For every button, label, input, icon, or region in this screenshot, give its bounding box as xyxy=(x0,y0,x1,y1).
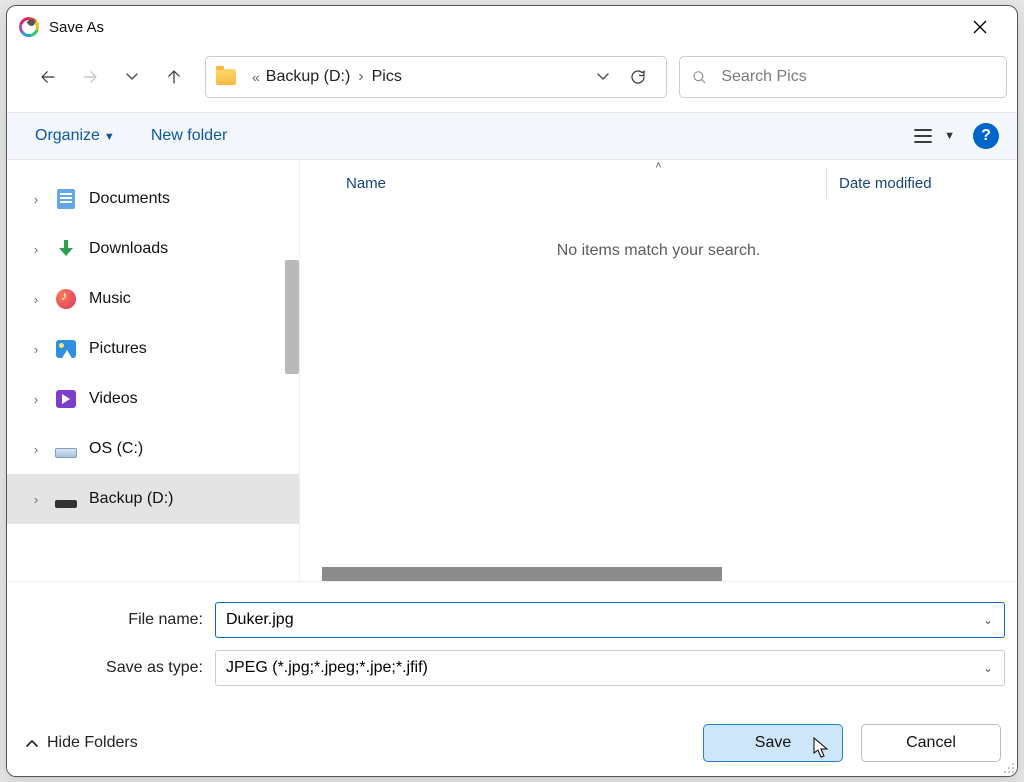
breadcrumb-separator-icon: › xyxy=(358,68,363,86)
search-input[interactable] xyxy=(721,68,994,86)
close-button[interactable] xyxy=(957,11,1003,43)
resize-grip[interactable] xyxy=(1001,760,1015,774)
sidebar-item-videos[interactable]: › Videos xyxy=(7,374,299,424)
breadcrumb-drive[interactable]: Backup (D:) xyxy=(266,68,350,86)
organize-label: Organize xyxy=(35,127,100,145)
refresh-icon xyxy=(629,68,647,86)
chevron-right-icon: › xyxy=(29,242,43,257)
cancel-button[interactable]: Cancel xyxy=(861,724,1001,762)
save-type-row: Save as type: JPEG (*.jpg;*.jpeg;*.jpe;*… xyxy=(19,650,1005,686)
chevron-down-icon xyxy=(125,70,139,84)
organize-menu[interactable]: Organize ▼ xyxy=(35,127,115,145)
new-folder-label: New folder xyxy=(151,127,227,145)
chevron-right-icon: › xyxy=(29,342,43,357)
toolbar: Organize ▼ New folder ▼ ? xyxy=(7,112,1017,160)
refresh-button[interactable] xyxy=(618,68,658,86)
pictures-icon xyxy=(55,338,77,360)
arrow-left-icon xyxy=(39,68,57,86)
save-type-value: JPEG (*.jpg;*.jpeg;*.jpe;*.jfif) xyxy=(226,659,428,677)
sidebar-scrollbar[interactable] xyxy=(285,260,299,374)
sidebar-item-label: Documents xyxy=(89,190,170,208)
search-icon xyxy=(692,69,707,86)
paint-app-icon xyxy=(19,17,39,37)
sort-indicator-icon: ˄ xyxy=(655,160,661,172)
save-type-label: Save as type: xyxy=(19,659,215,677)
music-icon xyxy=(55,288,77,310)
sidebar-item-downloads[interactable]: › Downloads xyxy=(7,224,299,274)
arrow-right-icon xyxy=(81,68,99,86)
documents-icon xyxy=(55,188,77,210)
list-view-icon xyxy=(913,128,933,144)
recent-locations-button[interactable] xyxy=(113,58,151,96)
back-button[interactable] xyxy=(29,58,67,96)
chevron-right-icon: › xyxy=(29,392,43,407)
save-button-label: Save xyxy=(755,734,791,752)
dialog-title: Save As xyxy=(49,19,104,36)
help-button[interactable]: ? xyxy=(973,123,999,149)
sidebar-item-music[interactable]: › Music xyxy=(7,274,299,324)
file-list[interactable]: No items match your search. xyxy=(300,200,1017,581)
new-folder-button[interactable]: New folder xyxy=(151,127,227,145)
file-name-label: File name: xyxy=(19,611,215,629)
breadcrumb-folder[interactable]: Pics xyxy=(372,68,402,86)
sidebar: › Documents › Downloads › Music › Pictur… xyxy=(7,160,299,581)
drive-icon xyxy=(55,488,77,510)
chevron-right-icon: › xyxy=(29,292,43,307)
nav-bar: « Backup (D:) › Pics xyxy=(7,50,1017,112)
sidebar-item-backup-drive[interactable]: › Backup (D:) xyxy=(7,474,299,524)
arrow-up-icon xyxy=(165,68,183,86)
file-list-pane: ˄ Name Date modified No items match your… xyxy=(299,160,1017,581)
chevron-down-icon xyxy=(596,70,610,84)
column-header-date[interactable]: Date modified xyxy=(827,175,1017,192)
sidebar-item-label: Pictures xyxy=(89,340,147,358)
sidebar-item-label: Backup (D:) xyxy=(89,490,173,508)
view-options-button[interactable] xyxy=(906,128,940,144)
videos-icon xyxy=(55,388,77,410)
sidebar-item-documents[interactable]: › Documents xyxy=(7,174,299,224)
breadcrumb-overflow[interactable]: « xyxy=(252,69,260,85)
sidebar-item-label: Music xyxy=(89,290,131,308)
address-dropdown-button[interactable] xyxy=(588,70,618,84)
downloads-icon xyxy=(55,238,77,260)
chevron-right-icon: › xyxy=(29,492,43,507)
chevron-up-icon xyxy=(25,736,39,750)
chevron-right-icon: › xyxy=(29,442,43,457)
forward-button[interactable] xyxy=(71,58,109,96)
horizontal-scrollbar[interactable] xyxy=(322,567,722,581)
search-box[interactable] xyxy=(679,56,1007,98)
cancel-button-label: Cancel xyxy=(906,734,956,752)
caret-down-icon: ▼ xyxy=(104,131,115,143)
sidebar-item-os-drive[interactable]: › OS (C:) xyxy=(7,424,299,474)
title-bar: Save As xyxy=(7,6,1017,50)
save-type-select[interactable]: JPEG (*.jpg;*.jpeg;*.jpe;*.jfif) xyxy=(215,650,1005,686)
up-button[interactable] xyxy=(155,58,193,96)
save-button[interactable]: Save xyxy=(703,724,843,762)
hide-folders-button[interactable]: Hide Folders xyxy=(25,734,138,752)
sidebar-item-label: OS (C:) xyxy=(89,440,143,458)
bottom-panel: File name: ⌄ Save as type: JPEG (*.jpg;*… xyxy=(7,581,1017,776)
sidebar-item-pictures[interactable]: › Pictures xyxy=(7,324,299,374)
close-icon xyxy=(973,20,987,34)
drive-icon xyxy=(55,438,77,460)
file-name-row: File name: ⌄ xyxy=(19,602,1005,638)
folder-icon xyxy=(216,69,236,85)
view-dropdown-button[interactable]: ▼ xyxy=(944,130,955,142)
sidebar-item-label: Downloads xyxy=(89,240,168,258)
address-bar[interactable]: « Backup (D:) › Pics xyxy=(205,56,667,98)
action-row: Hide Folders Save Cancel xyxy=(19,724,1005,762)
chevron-right-icon: › xyxy=(29,192,43,207)
sidebar-item-label: Videos xyxy=(89,390,138,408)
empty-message: No items match your search. xyxy=(300,242,1017,260)
hide-folders-label: Hide Folders xyxy=(47,734,138,752)
body-area: › Documents › Downloads › Music › Pictur… xyxy=(7,160,1017,581)
save-as-dialog: Save As « Backup (D:) › Pics xyxy=(6,5,1018,777)
help-icon: ? xyxy=(981,127,991,145)
file-name-input[interactable] xyxy=(215,602,1005,638)
column-header-name[interactable]: Name xyxy=(300,175,826,192)
